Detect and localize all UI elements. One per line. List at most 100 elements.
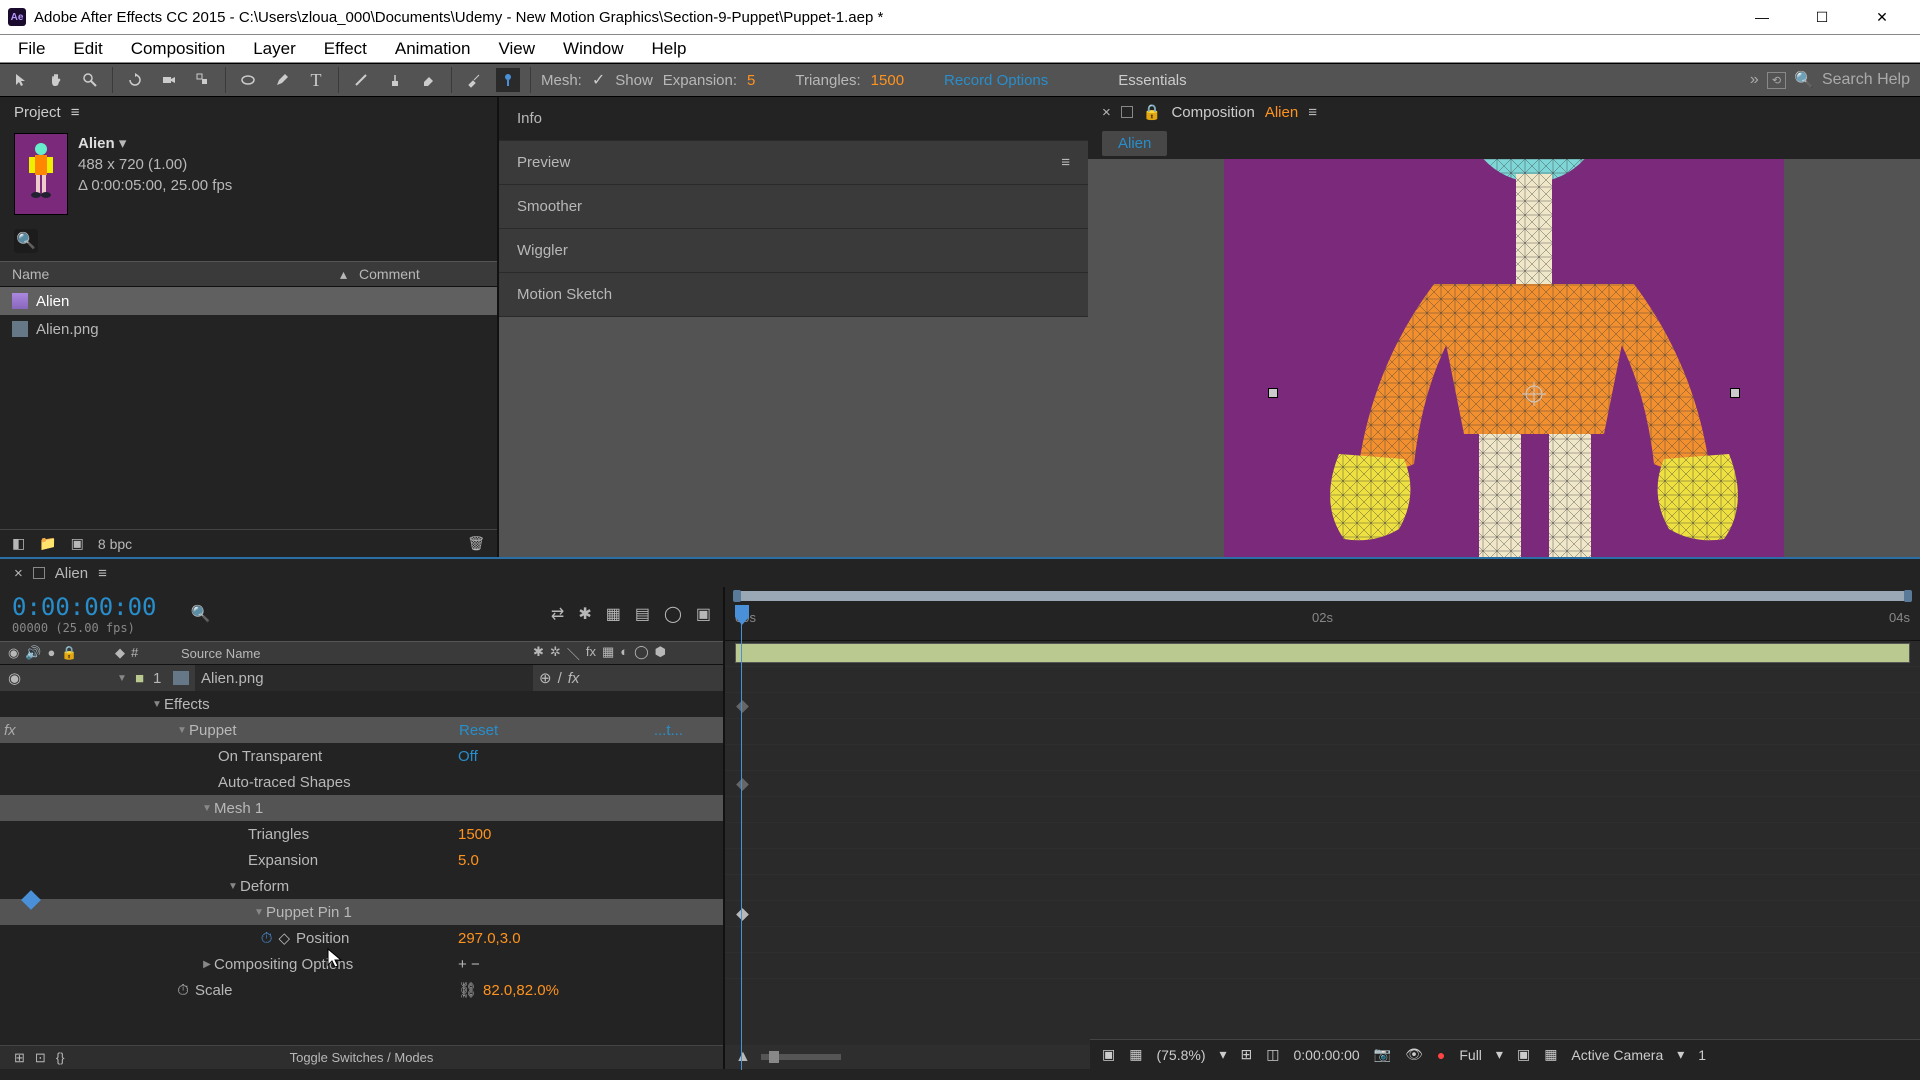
zoom-out-icon[interactable]: ▲ <box>735 1048 751 1066</box>
twisty-icon[interactable]: ▼ <box>150 699 164 710</box>
expansion-value[interactable]: 5 <box>747 72 755 89</box>
remove-icon[interactable]: − <box>471 956 480 973</box>
toggle-icon[interactable]: ⊡ <box>35 1050 46 1066</box>
zoom-tool-icon[interactable] <box>78 68 102 92</box>
maximize-button[interactable]: ☐ <box>1792 0 1852 35</box>
roto-brush-tool-icon[interactable] <box>462 68 486 92</box>
add-icon[interactable]: + <box>458 956 467 973</box>
timeline-tab-label[interactable]: Alien <box>55 565 88 582</box>
grid-icon[interactable]: ▦ <box>1129 1046 1142 1063</box>
close-icon[interactable]: × <box>14 565 23 582</box>
menu-layer[interactable]: Layer <box>239 39 310 59</box>
value[interactable]: 5.0 <box>458 852 479 869</box>
lock2-icon[interactable]: 🔒 <box>1143 103 1162 121</box>
value[interactable]: Off <box>458 748 478 765</box>
puppet-effect-row[interactable]: fx ▼ Puppet Reset ...t... <box>0 717 723 743</box>
menu-animation[interactable]: Animation <box>381 39 485 59</box>
mask-icon[interactable]: ◫ <box>1266 1046 1279 1063</box>
clone-stamp-tool-icon[interactable] <box>383 68 407 92</box>
value[interactable]: 1500 <box>458 826 491 843</box>
switch-icon[interactable]: ◯ <box>634 644 649 663</box>
timeline-search-icon[interactable]: 🔍 <box>191 604 211 624</box>
about-link[interactable]: ...t... <box>654 722 683 739</box>
position-row[interactable]: ⏱ ◇ Position 297.0,3.0 <box>0 925 723 951</box>
show-snapshot-icon[interactable]: 👁 <box>1405 1046 1423 1063</box>
project-search-icon[interactable]: 🔍 <box>14 229 38 253</box>
switch-icon[interactable]: ▦ <box>602 644 614 663</box>
shape-tool-icon[interactable] <box>236 68 260 92</box>
current-time-display[interactable]: 0:00:00:00 <box>1294 1047 1360 1063</box>
on-transparent-row[interactable]: On Transparent Off <box>0 743 723 769</box>
new-comp-icon[interactable]: ▣ <box>71 535 84 552</box>
lock-col-icon[interactable]: 🔒 <box>61 645 77 661</box>
keyframe-nav-icon[interactable]: ◇ <box>278 929 290 947</box>
eraser-tool-icon[interactable] <box>417 68 441 92</box>
motion-blur-icon[interactable]: ▤ <box>635 604 650 624</box>
switch-icon[interactable]: fx <box>586 644 596 663</box>
smoother-panel[interactable]: Smoother <box>499 185 1088 229</box>
menu-window[interactable]: Window <box>549 39 637 59</box>
twisty-icon[interactable]: ▼ <box>175 725 189 736</box>
composition-viewer[interactable] <box>1088 159 1920 557</box>
type-tool-icon[interactable]: T <box>304 68 328 92</box>
panel-menu-icon[interactable]: ≡ <box>71 104 80 121</box>
dropdown-icon[interactable]: ▾ <box>1220 1046 1227 1063</box>
project-tab[interactable]: Project ≡ <box>0 97 497 127</box>
panel-menu-icon[interactable]: ≡ <box>98 565 107 582</box>
toggle-icon[interactable]: ⊞ <box>14 1050 25 1066</box>
layer-duration-bar[interactable] <box>735 643 1910 663</box>
shy-icon[interactable]: ✱ <box>578 604 591 624</box>
lock-icon[interactable] <box>1121 106 1133 118</box>
search-icon[interactable]: 🔍 <box>1794 70 1814 90</box>
workspace-selector[interactable]: Essentials <box>1118 72 1186 89</box>
roi-icon[interactable]: ▣ <box>1517 1046 1530 1063</box>
selection-tool-icon[interactable] <box>10 68 34 92</box>
switch-icon[interactable]: ✱ <box>533 644 544 663</box>
brainstorm-icon[interactable]: ▣ <box>696 604 711 624</box>
close-button[interactable]: ✕ <box>1852 0 1912 35</box>
resolution-icon[interactable]: ⊞ <box>1241 1046 1253 1063</box>
menu-file[interactable]: File <box>4 39 59 59</box>
audio-col-icon[interactable]: 🔊 <box>25 645 41 661</box>
layer-name[interactable]: Alien.png <box>195 665 533 691</box>
value[interactable]: 297.0,3.0 <box>458 930 521 947</box>
zoom-value[interactable]: (75.8%) <box>1156 1047 1205 1063</box>
magnification-icon[interactable]: ▣ <box>1102 1046 1115 1063</box>
col-name[interactable]: Name <box>0 266 340 282</box>
constrain-icon[interactable]: ⛓ <box>458 981 477 999</box>
triangles-value[interactable]: 1500 <box>871 72 904 89</box>
minimize-button[interactable]: — <box>1732 0 1792 35</box>
motion-sketch-panel[interactable]: Motion Sketch <box>499 273 1088 317</box>
project-item-comp[interactable]: Alien <box>0 287 497 315</box>
work-area-bar[interactable] <box>735 591 1910 601</box>
frame-blend-icon[interactable]: ▦ <box>606 604 621 624</box>
close-icon[interactable]: × <box>1102 104 1111 121</box>
visibility-col-icon[interactable]: ◉ <box>8 645 19 661</box>
switch-icon[interactable]: ⬢ <box>655 644 666 663</box>
breadcrumb-tab[interactable]: Alien <box>1102 131 1167 156</box>
twisty-icon[interactable]: ▼ <box>200 803 214 814</box>
switch-icon[interactable]: ✲ <box>550 644 561 663</box>
composition-canvas[interactable] <box>1224 159 1784 557</box>
auto-traced-row[interactable]: Auto-traced Shapes <box>0 769 723 795</box>
keyframe-icon[interactable] <box>736 908 749 921</box>
views-dropdown[interactable]: 1 <box>1698 1047 1706 1063</box>
comp-mini-flow-icon[interactable]: ⇄ <box>551 604 564 624</box>
graph-editor-icon[interactable]: ◯ <box>664 604 682 624</box>
timeline-tracks[interactable] <box>725 641 1920 1045</box>
menu-effect[interactable]: Effect <box>310 39 381 59</box>
pen-tool-icon[interactable] <box>270 68 294 92</box>
puppet-pin-row[interactable]: ▼ Puppet Pin 1 <box>0 899 723 925</box>
label-col-icon[interactable]: ◆ <box>115 645 125 661</box>
twisty-icon[interactable]: ▶ <box>200 959 214 970</box>
wiggler-panel[interactable]: Wiggler <box>499 229 1088 273</box>
panel-menu-icon[interactable]: ≡ <box>1061 154 1070 171</box>
twisty-icon[interactable]: ▼ <box>226 881 240 892</box>
switch-icon[interactable]: ◐ <box>620 644 628 663</box>
visibility-toggle[interactable]: ◉ <box>8 669 21 687</box>
value[interactable]: 82.0,82.0% <box>483 982 559 999</box>
record-options-link[interactable]: Record Options <box>944 72 1048 89</box>
panel-menu-icon[interactable]: ≡ <box>1308 104 1317 121</box>
twisty-icon[interactable]: ▼ <box>252 907 266 918</box>
solo-col-icon[interactable]: ● <box>48 645 56 661</box>
